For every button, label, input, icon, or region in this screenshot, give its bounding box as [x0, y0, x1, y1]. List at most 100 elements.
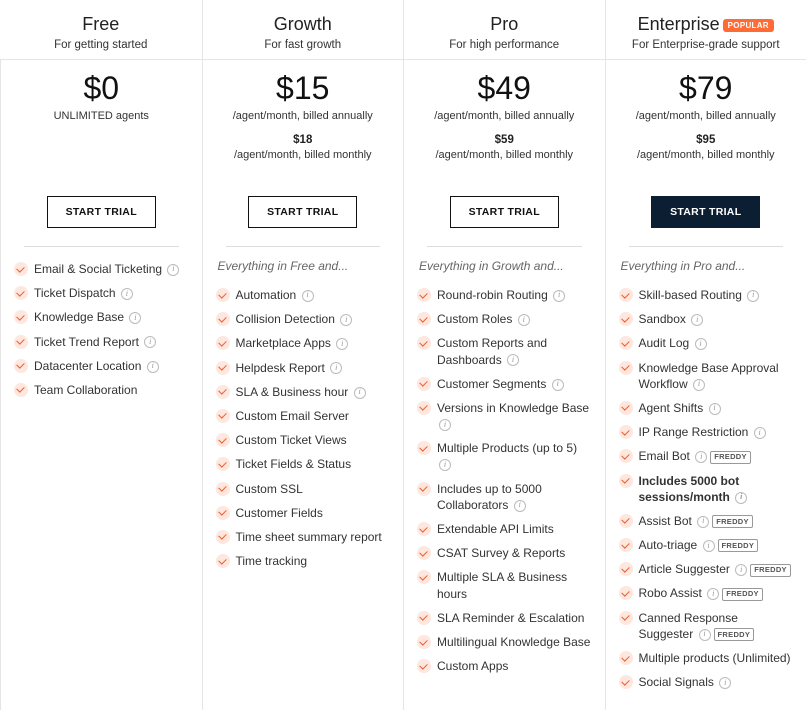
feature-label: Multiple products (Unlimited): [639, 650, 794, 666]
info-icon[interactable]: [514, 500, 526, 512]
check-icon: [216, 554, 230, 568]
info-icon[interactable]: [693, 379, 705, 391]
info-icon[interactable]: [552, 379, 564, 391]
check-icon: [417, 441, 431, 455]
feature-label: Custom Email Server: [236, 408, 391, 424]
info-icon[interactable]: [354, 387, 366, 399]
divider: [226, 246, 381, 247]
plan-name: Pro: [413, 14, 596, 35]
divider: [629, 246, 784, 247]
feature-item: IP Range Restriction: [617, 420, 796, 444]
info-icon[interactable]: [518, 314, 530, 326]
start-trial-button[interactable]: START TRIAL: [248, 196, 357, 228]
info-icon[interactable]: [302, 290, 314, 302]
check-icon: [619, 538, 633, 552]
info-icon[interactable]: [336, 338, 348, 350]
check-icon: [417, 570, 431, 584]
feature-item: Auto-triage FREDDY: [617, 533, 796, 557]
info-icon[interactable]: [699, 629, 711, 641]
feature-label: Robo Assist FREDDY: [639, 585, 794, 601]
feature-item: SLA Reminder & Escalation: [415, 606, 594, 630]
feature-label: SLA Reminder & Escalation: [437, 610, 592, 626]
feature-label: IP Range Restriction: [639, 424, 794, 440]
plan-tagline: For Enterprise-grade support: [615, 39, 798, 51]
feature-item: Custom SSL: [214, 477, 393, 501]
info-icon[interactable]: [129, 312, 141, 324]
check-icon: [14, 310, 28, 324]
feature-item: Article Suggester FREDDY: [617, 557, 796, 581]
pricing-grid: FreeFor getting startedGrowthFor fast gr…: [0, 0, 806, 710]
feature-label: Time tracking: [236, 553, 391, 569]
check-icon: [417, 482, 431, 496]
price-monthly-note: /agent/month, billed monthly: [214, 149, 393, 161]
info-icon[interactable]: [709, 403, 721, 415]
info-icon[interactable]: [735, 564, 747, 576]
start-trial-button[interactable]: START TRIAL: [651, 196, 760, 228]
check-icon: [619, 312, 633, 326]
info-icon[interactable]: [507, 354, 519, 366]
feature-item: Canned Response Suggester FREDDY: [617, 606, 796, 646]
feature-item: Knowledge Base: [12, 305, 191, 329]
feature-label: Multilingual Knowledge Base: [437, 634, 592, 650]
check-icon: [417, 377, 431, 391]
feature-list: Automation Collision Detection Marketpla…: [208, 283, 399, 589]
feature-item: Team Collaboration: [12, 378, 191, 402]
info-icon[interactable]: [144, 336, 156, 348]
feature-item: Assist Bot FREDDY: [617, 509, 796, 533]
info-icon[interactable]: [439, 419, 451, 431]
feature-label: Customer Segments: [437, 376, 592, 392]
info-icon[interactable]: [695, 338, 707, 350]
check-icon: [619, 611, 633, 625]
info-icon[interactable]: [691, 314, 703, 326]
freddy-badge: FREDDY: [714, 628, 755, 641]
info-icon[interactable]: [747, 290, 759, 302]
start-trial-button[interactable]: START TRIAL: [450, 196, 559, 228]
divider: [24, 246, 179, 247]
check-icon: [417, 659, 431, 673]
info-icon[interactable]: [121, 288, 133, 300]
feature-label: Auto-triage FREDDY: [639, 537, 794, 553]
price-block: $15/agent/month, billed annually$18/agen…: [208, 60, 399, 190]
plan-intro: Everything in Growth and...: [409, 257, 600, 283]
plan-header: GrowthFor fast growth: [208, 0, 399, 59]
check-icon: [14, 262, 28, 276]
feature-label: Ticket Fields & Status: [236, 456, 391, 472]
feature-label: Customer Fields: [236, 505, 391, 521]
feature-label: Includes up to 5000 Collaborators: [437, 481, 592, 513]
check-icon: [216, 288, 230, 302]
info-icon[interactable]: [735, 492, 747, 504]
check-icon: [14, 286, 28, 300]
feature-label: Agent Shifts: [639, 400, 794, 416]
info-icon[interactable]: [553, 290, 565, 302]
divider: [427, 246, 582, 247]
plan-intro: Everything in Free and...: [208, 257, 399, 283]
check-icon: [216, 457, 230, 471]
info-icon[interactable]: [703, 540, 715, 552]
feature-item: Extendable API Limits: [415, 517, 594, 541]
start-trial-button[interactable]: START TRIAL: [47, 196, 156, 228]
feature-label: Sandbox: [639, 311, 794, 327]
info-icon[interactable]: [147, 361, 159, 373]
info-icon[interactable]: [340, 314, 352, 326]
price-block: $0UNLIMITED agents: [6, 60, 197, 190]
info-icon[interactable]: [707, 588, 719, 600]
feature-label: Email & Social Ticketing: [34, 261, 189, 277]
check-icon: [216, 506, 230, 520]
feature-item: Versions in Knowledge Base: [415, 396, 594, 436]
check-icon: [619, 425, 633, 439]
info-icon[interactable]: [439, 459, 451, 471]
plan-name: EnterprisePOPULAR: [615, 14, 798, 35]
check-icon: [417, 312, 431, 326]
info-icon[interactable]: [697, 516, 709, 528]
feature-item: Time tracking: [214, 549, 393, 573]
info-icon[interactable]: [330, 362, 342, 374]
info-icon[interactable]: [719, 677, 731, 689]
feature-item: Social Signals: [617, 670, 796, 694]
info-icon[interactable]: [695, 451, 707, 463]
check-icon: [619, 449, 633, 463]
check-icon: [417, 611, 431, 625]
check-icon: [417, 288, 431, 302]
info-icon[interactable]: [167, 264, 179, 276]
info-icon[interactable]: [754, 427, 766, 439]
plan-tagline: For getting started: [9, 39, 193, 51]
